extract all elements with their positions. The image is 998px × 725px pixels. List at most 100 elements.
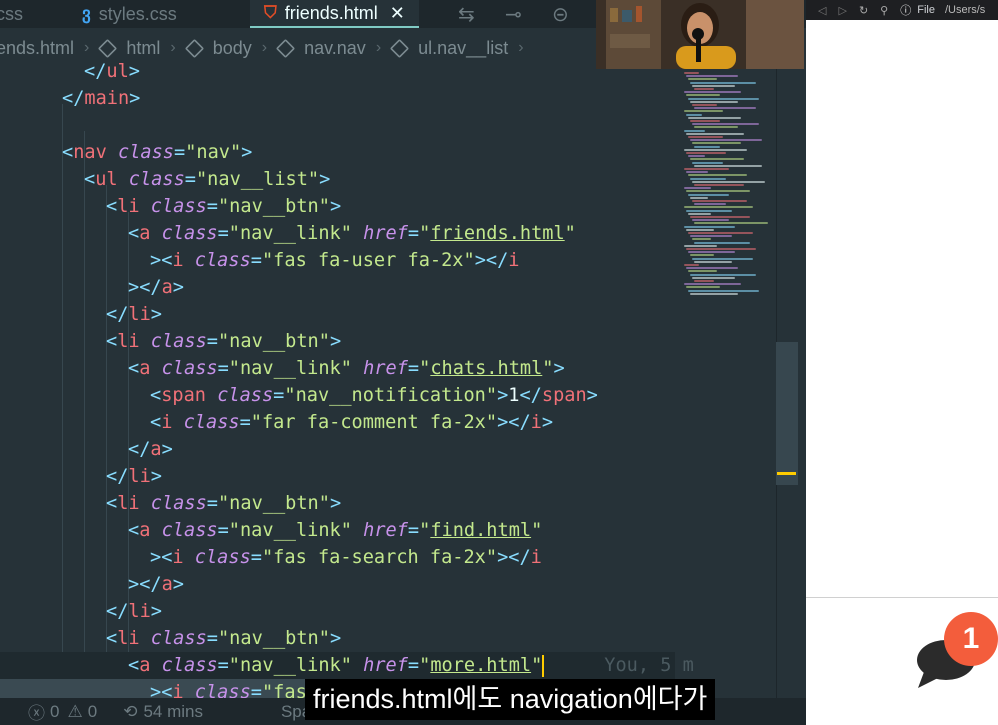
- code-token: "nav__link": [228, 655, 352, 676]
- code-text: ><i class="fas fa-user fa-2x"></i: [150, 247, 519, 274]
- code-line[interactable]: <a class="nav__link" href="more.html" You…: [0, 652, 694, 679]
- code-token: a: [139, 655, 151, 676]
- code-token: =: [217, 358, 229, 379]
- address-bar[interactable]: /Users/s: [945, 4, 985, 16]
- code-token: class: [128, 169, 185, 190]
- scrollbar-cursor-marker: [777, 472, 796, 475]
- code-token: >: [172, 574, 184, 595]
- breadcrumb-html[interactable]: html: [98, 38, 160, 59]
- code-token: ></: [128, 277, 162, 298]
- breadcrumb-label: body: [212, 37, 252, 58]
- minimap-line: [690, 235, 732, 238]
- code-token: li: [117, 628, 140, 649]
- code-token: <: [128, 520, 140, 541]
- minimap-line: [684, 187, 711, 190]
- code-token: class: [150, 628, 207, 649]
- code-text: <a class="nav__link" href="more.html" You…: [128, 652, 694, 679]
- error-count[interactable]: 0: [50, 702, 59, 722]
- minimap-line: [686, 171, 708, 174]
- code-token: =: [206, 628, 218, 649]
- minimap-line: [690, 273, 756, 276]
- minimap-line: [690, 120, 720, 122]
- code-token: "nav__btn": [217, 331, 330, 352]
- breadcrumb-nav[interactable]: nav.nav: [275, 38, 366, 59]
- code-token: chats.html: [430, 358, 543, 379]
- code-token: ul: [95, 169, 118, 190]
- tab-css[interactable]: css: [0, 0, 40, 28]
- code-token: >: [553, 358, 565, 379]
- code-token: >: [319, 169, 331, 190]
- chevron-right-icon: ›: [261, 39, 268, 56]
- minimap-line: [694, 145, 720, 148]
- code-token: =: [217, 655, 229, 676]
- minimap-line: [690, 158, 744, 161]
- code-token: class: [150, 331, 207, 352]
- minimap-line: [684, 264, 699, 266]
- code-token: </: [62, 88, 85, 109]
- code-token: >: [161, 439, 173, 460]
- minimap-line: [688, 251, 735, 254]
- minimap[interactable]: [676, 68, 776, 318]
- code-token: li: [128, 466, 151, 487]
- minimap-line: [688, 155, 705, 158]
- code-token: class: [161, 358, 218, 379]
- minimap-line: [694, 260, 732, 263]
- code-token: "nav__link": [228, 358, 352, 379]
- minimap-line: [690, 254, 714, 257]
- minimap-line: [692, 161, 723, 164]
- code-text: </li>: [106, 463, 162, 490]
- git-commit-icon[interactable]: ⊸: [505, 2, 522, 27]
- back-icon[interactable]: ◁: [818, 4, 826, 17]
- reload-icon[interactable]: ↻: [859, 4, 868, 17]
- code-token: =: [206, 493, 218, 514]
- tab-friends-html[interactable]: ⛉ friends.html ✕: [250, 0, 419, 28]
- code-token: class: [161, 223, 218, 244]
- minimap-line: [688, 232, 753, 234]
- tab-label: css: [0, 3, 23, 24]
- code-token: class: [194, 250, 251, 271]
- timeline-icon[interactable]: ⊝: [552, 2, 569, 27]
- code-text: </ul>: [84, 58, 140, 85]
- breadcrumb-body[interactable]: body: [184, 37, 252, 59]
- webcam-overlay: [596, 0, 804, 69]
- code-token: nav: [73, 142, 107, 163]
- minimap-line: [694, 184, 744, 186]
- code-token: =: [217, 223, 229, 244]
- warning-count[interactable]: 0: [88, 702, 97, 722]
- warning-icon[interactable]: ⚠: [67, 702, 82, 722]
- error-icon[interactable]: ⓧ: [28, 699, 45, 724]
- code-token: i: [530, 547, 542, 568]
- tab-label: friends.html: [284, 2, 378, 23]
- breadcrumb-file[interactable]: ends.html: [0, 38, 74, 59]
- minimap-line: [686, 75, 738, 78]
- code-token: i: [508, 250, 520, 271]
- minimap-line: [690, 177, 726, 180]
- minimap-line: [694, 222, 768, 225]
- minimap-line: [686, 286, 720, 289]
- code-token: "fas fa-search fa-2x": [261, 547, 498, 568]
- code-token: ></: [128, 574, 162, 595]
- minimap-line: [692, 276, 735, 279]
- browser-toolbar: ◁ ▷ ↻ ⚲ ⓘ File /Users/s: [806, 0, 998, 20]
- close-icon[interactable]: ✕: [390, 3, 405, 24]
- scrollbar-thumb[interactable]: [776, 342, 798, 485]
- compare-changes-icon[interactable]: ⇆: [458, 2, 475, 27]
- code-token: i: [172, 250, 184, 271]
- breadcrumb-ul[interactable]: ul.nav__list: [390, 38, 508, 59]
- code-token: >: [497, 385, 509, 406]
- bookmark-icon[interactable]: ⚲: [880, 4, 888, 17]
- code-token: "nav__link": [228, 520, 352, 541]
- code-token: li: [117, 196, 140, 217]
- tab-styles-css[interactable]: ვ styles.css: [82, 0, 177, 28]
- minimap-line: [688, 174, 747, 177]
- minimap-line: [688, 270, 717, 273]
- code-area[interactable]: </ul> </main> <nav class="nav"> <ul class="…: [0, 61, 694, 706]
- forward-icon[interactable]: ▷: [838, 4, 846, 17]
- session-time[interactable]: 54 mins: [143, 702, 203, 722]
- code-token: >: [150, 601, 162, 622]
- element-icon: [98, 38, 118, 58]
- code-text: ></a>: [128, 274, 184, 301]
- indent-guide: [84, 131, 85, 698]
